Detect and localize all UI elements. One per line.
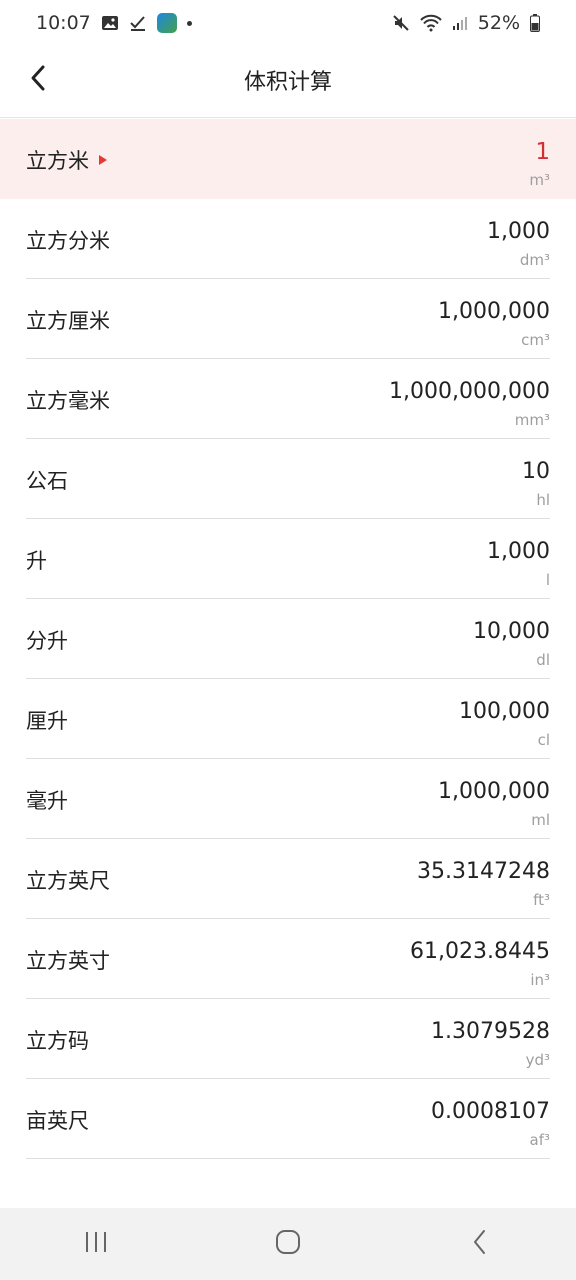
- unit-value[interactable]: 1,000,000: [438, 299, 550, 324]
- unit-row-acre-foot[interactable]: 亩英尺 0.0008107 af³: [0, 1079, 576, 1159]
- unit-symbol: m³: [529, 171, 550, 189]
- home-icon: [274, 1228, 302, 1260]
- unit-name: 立方毫米: [26, 389, 110, 413]
- battery-percent: 52%: [477, 12, 520, 34]
- unit-value[interactable]: 1.3079528: [431, 1019, 550, 1044]
- unit-name: 立方英尺: [26, 869, 110, 893]
- status-bar: 10:07 52%: [0, 0, 576, 46]
- unit-name: 亩英尺: [26, 1109, 89, 1133]
- unit-value[interactable]: 61,023.8445: [410, 939, 550, 964]
- unit-symbol: cl: [537, 731, 550, 749]
- unit-symbol: in³: [530, 971, 550, 989]
- unit-name: 立方米: [26, 149, 89, 173]
- unit-symbol: yd³: [525, 1051, 550, 1069]
- wifi-icon: [420, 14, 442, 32]
- status-time: 10:07: [36, 12, 91, 34]
- unit-row-hectoliter[interactable]: 公石 10 hl: [0, 439, 576, 519]
- mute-icon: [392, 14, 410, 32]
- unit-name: 升: [26, 549, 47, 573]
- unit-symbol: hl: [536, 491, 550, 509]
- back-icon: [470, 1228, 490, 1260]
- unit-row-cubic-decimeter[interactable]: 立方分米 1,000 dm³: [0, 199, 576, 279]
- unit-row-cubic-millimeter[interactable]: 立方毫米 1,000,000,000 mm³: [0, 359, 576, 439]
- unit-row-cubic-yard[interactable]: 立方码 1.3079528 yd³: [0, 999, 576, 1079]
- battery-icon: [530, 14, 540, 32]
- system-nav-bar: [0, 1208, 576, 1280]
- unit-symbol: dm³: [519, 251, 550, 269]
- unit-value[interactable]: 1,000: [487, 539, 550, 564]
- app-notification-icon: [156, 13, 177, 33]
- unit-symbol: dl: [536, 651, 550, 669]
- status-left: 10:07: [36, 12, 192, 34]
- unit-name: 公石: [26, 469, 68, 493]
- unit-value[interactable]: 10,000: [473, 619, 550, 644]
- unit-value[interactable]: 1: [535, 139, 550, 165]
- unit-value[interactable]: 1,000: [487, 219, 550, 244]
- unit-row-cubic-meter[interactable]: 立方米 1 m³: [0, 119, 576, 199]
- status-right: 52%: [392, 12, 540, 34]
- more-notifications-dot: [186, 20, 192, 26]
- unit-value[interactable]: 0.0008107: [431, 1099, 550, 1124]
- unit-symbol: cm³: [521, 331, 550, 349]
- unit-value[interactable]: 1,000,000,000: [389, 379, 550, 404]
- unit-value[interactable]: 10: [522, 459, 550, 484]
- page-title: 体积计算: [243, 70, 332, 95]
- unit-symbol: mm³: [514, 411, 550, 429]
- unit-row-deciliter[interactable]: 分升 10,000 dl: [0, 599, 576, 679]
- unit-value[interactable]: 100,000: [459, 699, 550, 724]
- unit-row-milliliter[interactable]: 毫升 1,000,000 ml: [0, 759, 576, 839]
- unit-symbol: l: [545, 571, 550, 589]
- home-button[interactable]: [258, 1224, 318, 1264]
- screen: 10:07 52% 体积计算 立方米 1 m³ 立方分米 1,000 dm³ 立…: [0, 0, 576, 1280]
- recent-apps-button[interactable]: [66, 1224, 126, 1264]
- checkmark-download-icon: [129, 14, 147, 32]
- unit-name: 立方厘米: [26, 309, 110, 333]
- unit-name: 厘升: [26, 709, 68, 733]
- signal-icon: [452, 15, 468, 31]
- gallery-icon: [101, 14, 119, 32]
- unit-row-liter[interactable]: 升 1,000 l: [0, 519, 576, 599]
- unit-name: 立方码: [26, 1029, 89, 1053]
- unit-row-centiliter[interactable]: 厘升 100,000 cl: [0, 679, 576, 759]
- unit-row-cubic-centimeter[interactable]: 立方厘米 1,000,000 cm³: [0, 279, 576, 359]
- unit-row-cubic-foot[interactable]: 立方英尺 35.3147248 ft³: [0, 839, 576, 919]
- unit-row-cubic-inch[interactable]: 立方英寸 61,023.8445 in³: [0, 919, 576, 999]
- app-header: 体积计算: [0, 46, 576, 118]
- unit-value[interactable]: 35.3147248: [417, 859, 550, 884]
- unit-symbol: ml: [531, 811, 550, 829]
- unit-name: 立方分米: [26, 229, 110, 253]
- unit-list: 立方米 1 m³ 立方分米 1,000 dm³ 立方厘米 1,000,000 c…: [0, 119, 576, 1159]
- unit-name: 分升: [26, 629, 68, 653]
- unit-symbol: af³: [529, 1131, 551, 1149]
- nav-back-button[interactable]: [450, 1224, 510, 1264]
- unit-name: 立方英寸: [26, 949, 110, 973]
- unit-value[interactable]: 1,000,000: [438, 779, 550, 804]
- recent-apps-icon: [83, 1230, 109, 1258]
- selected-unit-marker-icon: [99, 155, 107, 165]
- unit-symbol: ft³: [533, 891, 550, 909]
- unit-name: 毫升: [26, 789, 68, 813]
